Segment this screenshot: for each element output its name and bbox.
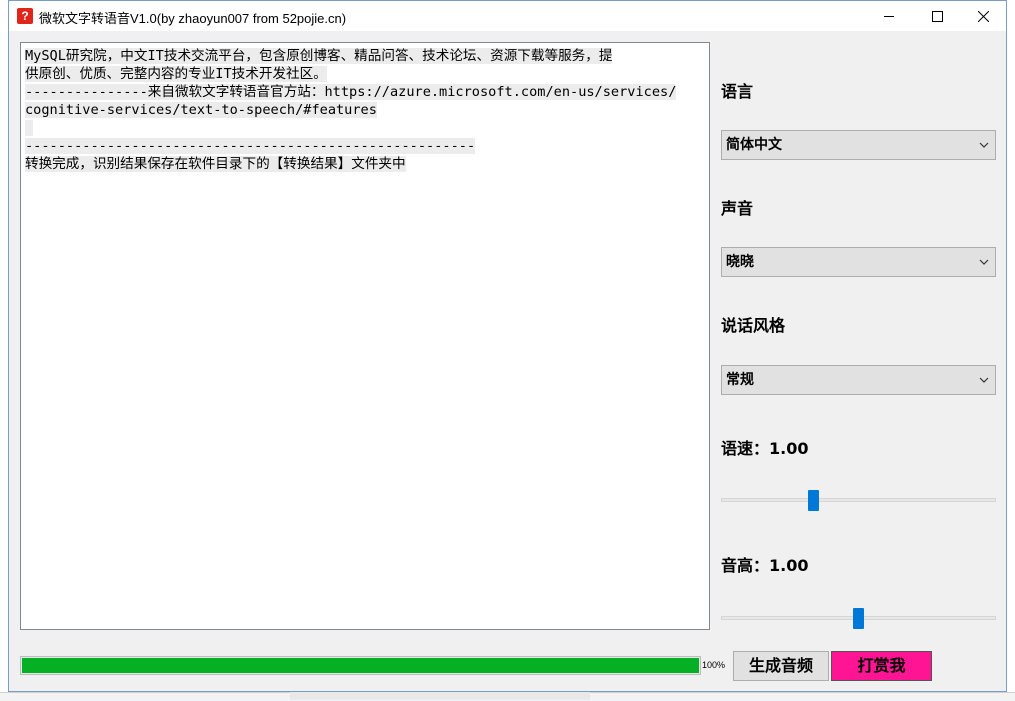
chevron-down-icon: [979, 142, 989, 148]
language-select[interactable]: 简体中文: [721, 130, 996, 160]
minimize-icon: [883, 15, 894, 17]
close-button[interactable]: [960, 1, 1006, 31]
progress-fill: [22, 658, 699, 673]
output-line: ----------------------------------------…: [25, 138, 476, 154]
chevron-down-icon: [979, 259, 989, 265]
close-icon: [977, 10, 989, 22]
output-line: cognitive-services/text-to-speech/#featu…: [25, 102, 377, 118]
output-line: MySQL研究院，中文IT技术交流平台，包含原创博客、精品问答、技术论坛、资源下…: [25, 48, 613, 64]
title-bar[interactable]: ? 微软文字转语音V1.0(by zhaoyun007 from 52pojie…: [9, 1, 1006, 31]
chevron-down-icon: [979, 377, 989, 383]
main-window: ? 微软文字转语音V1.0(by zhaoyun007 from 52pojie…: [8, 0, 1007, 692]
language-select-value: 简体中文: [726, 137, 782, 153]
voice-select-value: 晓晓: [726, 254, 754, 270]
maximize-icon: [931, 10, 943, 22]
background-left-edge: [0, 0, 8, 700]
style-select[interactable]: 常规: [721, 365, 996, 395]
output-textarea[interactable]: MySQL研究院，中文IT技术交流平台，包含原创博客、精品问答、技术论坛、资源下…: [20, 42, 710, 630]
app-icon: ?: [17, 8, 33, 24]
output-line: 供原创、优质、完整内容的专业IT技术开发社区。: [25, 66, 327, 82]
output-line: ---------------来自微软文字转语音官方站：https://azur…: [25, 84, 677, 100]
pitch-label: 音高：1.00: [721, 556, 809, 575]
progress-bar: [20, 656, 701, 675]
voice-label: 声音: [721, 199, 754, 218]
maximize-button[interactable]: [914, 1, 960, 31]
progress-percent: 100%: [702, 660, 726, 670]
window-title: 微软文字转语音V1.0(by zhaoyun007 from 52pojie.c…: [39, 11, 347, 26]
rate-slider-track[interactable]: [721, 498, 996, 502]
reward-button[interactable]: 打赏我: [831, 651, 932, 681]
output-line: [25, 119, 705, 137]
pitch-slider-thumb[interactable]: [853, 608, 864, 629]
rate-label: 语速：1.00: [721, 439, 809, 458]
voice-select[interactable]: 晓晓: [721, 247, 996, 277]
output-line: 转换完成，识别结果保存在软件目录下的【转换结果】文件夹中: [25, 156, 406, 172]
background-bottom-panel: [290, 692, 590, 700]
minimize-button[interactable]: [866, 1, 912, 31]
rate-slider-thumb[interactable]: [808, 490, 819, 511]
generate-audio-button[interactable]: 生成音频: [733, 651, 829, 681]
style-select-value: 常规: [726, 372, 754, 388]
language-label: 语言: [721, 82, 754, 101]
style-label: 说话风格: [721, 316, 786, 335]
